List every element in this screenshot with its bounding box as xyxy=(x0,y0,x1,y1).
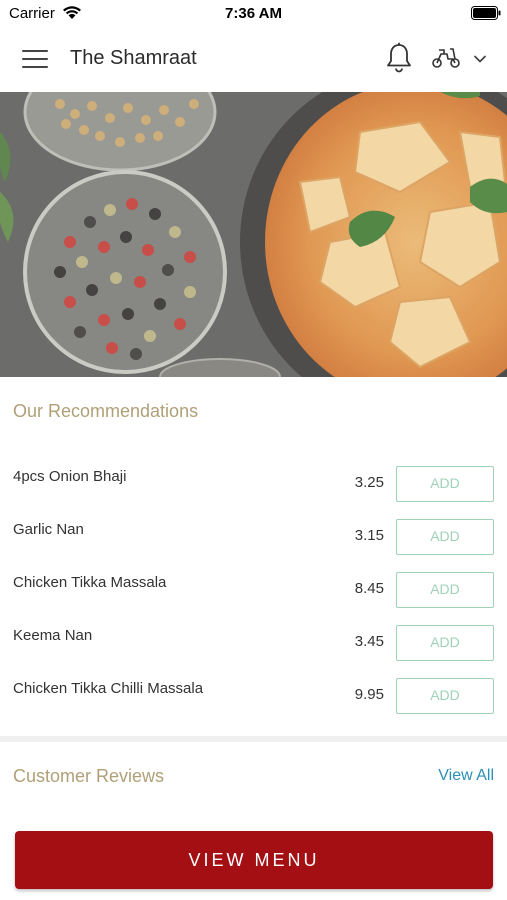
item-price: 3.15 xyxy=(354,527,384,544)
hero-food-image xyxy=(0,92,507,377)
battery-icon xyxy=(471,6,501,20)
reviews-heading: Customer Reviews xyxy=(13,766,165,786)
list-item: Chicken Tikka Chilli Massala 9.95 ADD xyxy=(0,670,507,723)
status-time: 7:36 AM xyxy=(225,5,282,22)
item-name: 4pcs Onion Bhaji xyxy=(13,468,127,485)
view-menu-button[interactable]: VIEW MENU xyxy=(15,831,493,889)
add-button[interactable]: ADD xyxy=(396,625,494,661)
item-name: Chicken Tikka Chilli Massala xyxy=(13,680,204,697)
status-bar: Carrier 7:36 AM xyxy=(0,0,507,26)
hamburger-menu-icon[interactable] xyxy=(22,48,48,70)
app-header: The Shamraat xyxy=(0,26,507,92)
add-button[interactable]: ADD xyxy=(396,466,494,502)
view-all-link[interactable]: View All xyxy=(438,767,494,785)
list-item: Garlic Nan 3.15 ADD xyxy=(0,511,507,564)
add-button[interactable]: ADD xyxy=(396,572,494,608)
item-name: Chicken Tikka Massala xyxy=(13,574,167,591)
item-name: Keema Nan xyxy=(13,627,93,644)
item-price: 9.95 xyxy=(354,686,384,703)
list-item: Chicken Tikka Massala 8.45 ADD xyxy=(0,564,507,617)
item-price: 8.45 xyxy=(354,580,384,597)
recommendations-heading: Our Recommendations xyxy=(13,401,199,421)
section-divider xyxy=(0,736,507,742)
restaurant-title: The Shamraat xyxy=(70,47,197,69)
add-button[interactable]: ADD xyxy=(396,678,494,714)
chevron-down-icon[interactable] xyxy=(472,53,488,65)
scooter-icon[interactable] xyxy=(431,46,461,70)
item-price: 3.25 xyxy=(354,474,384,491)
item-name: Garlic Nan xyxy=(13,521,84,538)
list-item: Keema Nan 3.45 ADD xyxy=(0,617,507,670)
list-item: 4pcs Onion Bhaji 3.25 ADD xyxy=(0,458,507,511)
add-button[interactable]: ADD xyxy=(396,519,494,555)
bell-icon[interactable] xyxy=(385,42,413,74)
item-price: 3.45 xyxy=(354,633,384,650)
